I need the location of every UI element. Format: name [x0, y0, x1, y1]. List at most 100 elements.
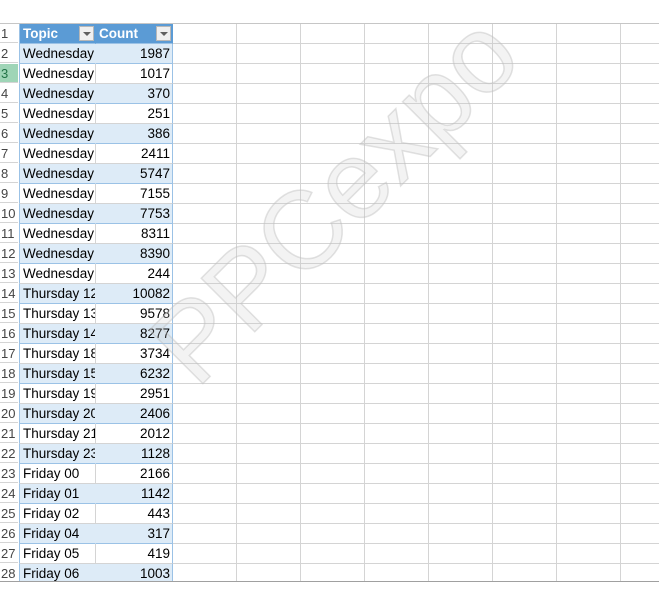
empty-cell[interactable]: [429, 464, 493, 484]
empty-cell[interactable]: [429, 564, 493, 581]
empty-cell[interactable]: [557, 304, 621, 324]
empty-cell[interactable]: [493, 184, 557, 204]
empty-cell[interactable]: [237, 464, 301, 484]
count-cell[interactable]: 251: [96, 104, 173, 124]
topic-cell[interactable]: Wednesday: [19, 144, 96, 164]
empty-cell[interactable]: [557, 204, 621, 224]
empty-cell[interactable]: [173, 104, 237, 124]
empty-cell[interactable]: [365, 324, 429, 344]
row-number[interactable]: 8: [0, 164, 18, 183]
count-cell[interactable]: 1017: [96, 64, 173, 84]
topic-cell[interactable]: Thursday 12: [19, 284, 96, 304]
empty-cell[interactable]: [621, 164, 659, 184]
topic-cell[interactable]: Thursday 15: [19, 364, 96, 384]
empty-cell[interactable]: [429, 384, 493, 404]
empty-cell[interactable]: [557, 64, 621, 84]
empty-cell[interactable]: [429, 244, 493, 264]
filter-dropdown-icon[interactable]: [156, 26, 171, 41]
empty-cell[interactable]: [173, 384, 237, 404]
empty-cell[interactable]: [173, 44, 237, 64]
empty-cell[interactable]: [429, 504, 493, 524]
empty-cell[interactable]: [237, 544, 301, 564]
empty-cell[interactable]: [237, 424, 301, 444]
topic-cell[interactable]: Friday 06: [19, 564, 96, 581]
empty-cell[interactable]: [621, 344, 659, 364]
empty-cell[interactable]: [557, 324, 621, 344]
row-number[interactable]: 27: [0, 544, 18, 563]
empty-cell[interactable]: [493, 164, 557, 184]
empty-cell[interactable]: [365, 124, 429, 144]
empty-cell[interactable]: [557, 344, 621, 364]
empty-cell[interactable]: [301, 124, 365, 144]
empty-cell[interactable]: [173, 504, 237, 524]
empty-cell[interactable]: [237, 264, 301, 284]
empty-cell[interactable]: [493, 144, 557, 164]
empty-cell[interactable]: [493, 384, 557, 404]
empty-cell[interactable]: [365, 244, 429, 264]
empty-cell[interactable]: [301, 464, 365, 484]
empty-cell[interactable]: [429, 364, 493, 384]
empty-cell[interactable]: [173, 144, 237, 164]
empty-cell[interactable]: [237, 364, 301, 384]
empty-cell[interactable]: [557, 284, 621, 304]
empty-cell[interactable]: [621, 184, 659, 204]
header-cell-topic[interactable]: Topic: [19, 24, 96, 44]
empty-cell[interactable]: [493, 524, 557, 544]
empty-cell[interactable]: [365, 84, 429, 104]
empty-cell[interactable]: [621, 144, 659, 164]
count-cell[interactable]: 5747: [96, 164, 173, 184]
empty-cell[interactable]: [429, 144, 493, 164]
count-cell[interactable]: 6232: [96, 364, 173, 384]
row-number[interactable]: 7: [0, 144, 18, 163]
filter-dropdown-icon[interactable]: [79, 26, 94, 41]
empty-cell[interactable]: [557, 104, 621, 124]
empty-cell[interactable]: [173, 224, 237, 244]
empty-cell[interactable]: [173, 304, 237, 324]
empty-cell[interactable]: [365, 504, 429, 524]
empty-cell[interactable]: [429, 424, 493, 444]
count-cell[interactable]: 7753: [96, 204, 173, 224]
empty-cell[interactable]: [557, 84, 621, 104]
empty-cell[interactable]: [493, 564, 557, 581]
row-number[interactable]: 9: [0, 184, 18, 203]
empty-cell[interactable]: [365, 224, 429, 244]
empty-cell[interactable]: [621, 244, 659, 264]
empty-cell[interactable]: [173, 244, 237, 264]
empty-cell[interactable]: [557, 464, 621, 484]
row-number[interactable]: 11: [0, 224, 18, 243]
empty-cell[interactable]: [365, 64, 429, 84]
empty-cell[interactable]: [621, 444, 659, 464]
empty-cell[interactable]: [557, 264, 621, 284]
row-number[interactable]: 2: [0, 44, 18, 63]
empty-cell[interactable]: [237, 24, 301, 44]
empty-cell[interactable]: [493, 404, 557, 424]
empty-cell[interactable]: [301, 424, 365, 444]
count-cell[interactable]: 386: [96, 124, 173, 144]
empty-cell[interactable]: [301, 564, 365, 581]
topic-cell[interactable]: Friday 04: [19, 524, 96, 544]
empty-cell[interactable]: [301, 64, 365, 84]
row-number[interactable]: 13: [0, 264, 18, 283]
topic-cell[interactable]: Wednesday: [19, 124, 96, 144]
empty-cell[interactable]: [429, 44, 493, 64]
count-cell[interactable]: 443: [96, 504, 173, 524]
empty-cell[interactable]: [365, 24, 429, 44]
empty-cell[interactable]: [429, 344, 493, 364]
empty-cell[interactable]: [173, 284, 237, 304]
empty-cell[interactable]: [493, 24, 557, 44]
empty-cell[interactable]: [429, 444, 493, 464]
empty-cell[interactable]: [493, 364, 557, 384]
empty-cell[interactable]: [237, 184, 301, 204]
empty-cell[interactable]: [621, 284, 659, 304]
empty-cell[interactable]: [621, 264, 659, 284]
empty-cell[interactable]: [301, 504, 365, 524]
empty-cell[interactable]: [173, 364, 237, 384]
empty-cell[interactable]: [237, 324, 301, 344]
topic-cell[interactable]: Friday 00: [19, 464, 96, 484]
empty-cell[interactable]: [365, 144, 429, 164]
empty-cell[interactable]: [365, 484, 429, 504]
count-cell[interactable]: 317: [96, 524, 173, 544]
empty-cell[interactable]: [557, 244, 621, 264]
topic-cell[interactable]: Friday 01: [19, 484, 96, 504]
empty-cell[interactable]: [429, 64, 493, 84]
